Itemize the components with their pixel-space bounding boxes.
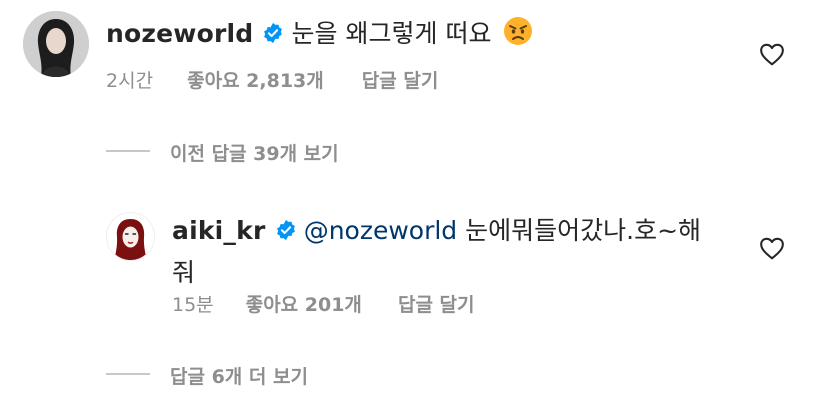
- reply-reply-button[interactable]: 답글 달기: [398, 294, 475, 316]
- view-more-replies-button[interactable]: 답글 6개 더 보기: [170, 362, 308, 389]
- more-replies-divider: [106, 373, 150, 375]
- heart-like-icon[interactable]: [759, 42, 785, 66]
- view-previous-replies-button[interactable]: 이전 답글 39개 보기: [170, 139, 339, 166]
- comment-time: 2시간: [106, 70, 154, 92]
- comment-reply-button[interactable]: 답글 달기: [362, 70, 439, 92]
- reply-username[interactable]: aiki_kr: [172, 216, 266, 245]
- reply-text-line2: 줘: [172, 258, 196, 287]
- reply-time: 15분: [172, 294, 214, 316]
- profile-photo: [23, 11, 89, 77]
- comment-text: 눈을 왜그렇게 떠요: [291, 19, 492, 48]
- reply-likes[interactable]: 좋아요 201개: [246, 294, 362, 316]
- avatar-nozeworld[interactable]: [23, 11, 89, 77]
- comment-meta: 2시간 좋아요 2,813개 답글 달기: [106, 66, 438, 93]
- comment-username[interactable]: nozeworld: [106, 19, 253, 48]
- comment-likes[interactable]: 좋아요 2,813개: [187, 70, 324, 92]
- reply-mention-link[interactable]: @nozeworld: [304, 216, 457, 245]
- reply-meta: 15분 좋아요 201개 답글 달기: [172, 290, 475, 317]
- verified-badge-icon: [264, 22, 283, 44]
- reply-text-line1: 눈에뭐들어갔나.호~해: [457, 216, 702, 245]
- avatar-aiki-kr[interactable]: [106, 212, 155, 261]
- heart-like-icon[interactable]: [759, 236, 785, 260]
- angry-face-emoji-icon: [503, 17, 532, 45]
- reply-body: aiki_kr @nozeworld 눈에뭐들어갔나.호~해 줘: [172, 211, 732, 289]
- verified-badge-icon: [276, 219, 295, 241]
- replies-divider: [106, 150, 150, 152]
- comment-body: nozeworld 눈을 왜그렇게 떠요: [106, 14, 746, 50]
- reply-line-1: aiki_kr @nozeworld 눈에뭐들어갔나.호~해: [172, 211, 732, 247]
- profile-illustration: [107, 213, 154, 260]
